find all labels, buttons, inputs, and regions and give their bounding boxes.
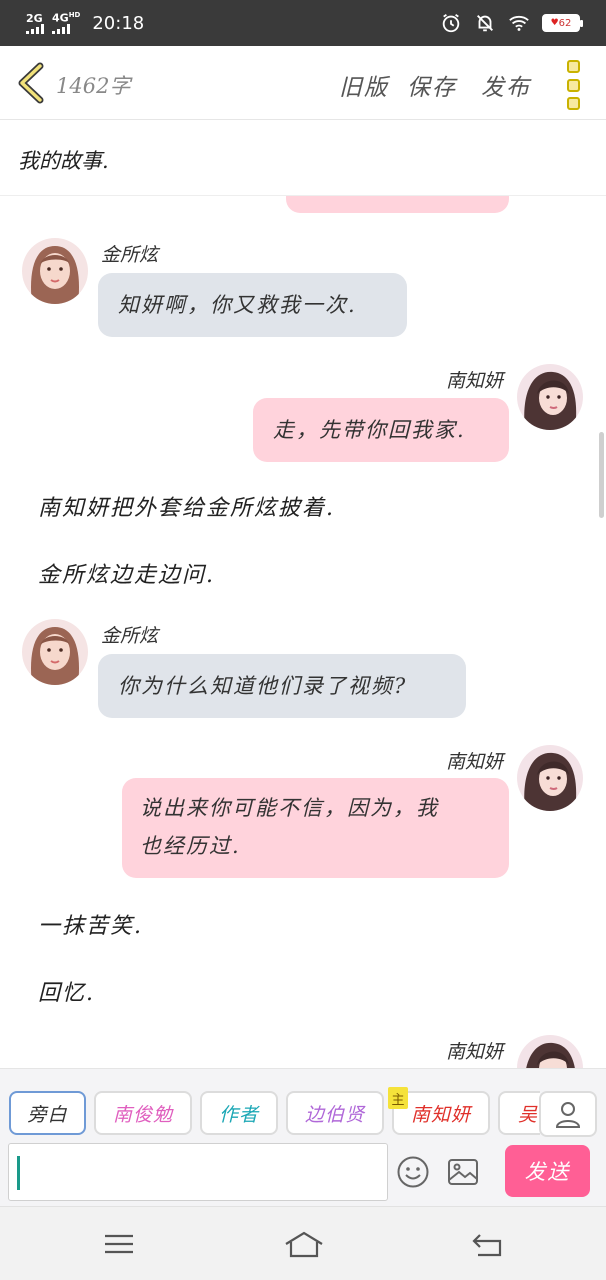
save-button[interactable]: 保存 bbox=[407, 68, 457, 102]
narration-text[interactable]: 回忆. bbox=[38, 975, 95, 1007]
publish-button[interactable]: 发布 bbox=[481, 68, 531, 102]
message-text: 走，先带你回我家. bbox=[273, 418, 466, 442]
narration-text[interactable]: 一抹苦笑. bbox=[38, 908, 143, 940]
avatar-jin-suo-xuan[interactable] bbox=[22, 238, 88, 304]
chat-bubble-partial bbox=[286, 196, 509, 213]
role-tab-author[interactable]: 作者 bbox=[200, 1091, 278, 1135]
status-left: 2G 4GHD 20:18 bbox=[26, 12, 144, 34]
message-text-line2: 也经历过. bbox=[140, 834, 241, 858]
scrollbar-thumb[interactable] bbox=[599, 432, 604, 518]
network-2g-indicator: 2G bbox=[26, 13, 44, 34]
role-tab-label: 南知妍 bbox=[410, 1103, 471, 1126]
role-tab-narrator[interactable]: 旁白 bbox=[9, 1091, 86, 1135]
mute-bell-icon bbox=[477, 15, 493, 32]
narration-text[interactable]: 金所炫边走边问. bbox=[38, 557, 215, 589]
message-text-line1: 说出来你可能不信，因为，我 bbox=[140, 796, 439, 820]
signal-bars-icon bbox=[26, 23, 44, 34]
message-text: 你为什么知道他们录了视频? bbox=[118, 674, 408, 698]
signal-bars-icon bbox=[52, 23, 70, 34]
avatar-jin-suo-xuan[interactable] bbox=[22, 619, 88, 685]
chat-bubble-right[interactable]: 说出来你可能不信，因为，我 也经历过. bbox=[122, 778, 509, 878]
network-hd-label: HD bbox=[68, 11, 81, 20]
role-tab-label: 作者 bbox=[218, 1103, 259, 1126]
avatar-nan-zhi-yan[interactable] bbox=[517, 364, 583, 430]
network-4g-indicator: 4GHD bbox=[52, 12, 80, 34]
chat-area[interactable]: 金所炫 知妍啊，你又救我一次. 南知妍 走，先带你回我家. 南知妍把外套给金所炫… bbox=[0, 196, 606, 1068]
avatar-nan-zhi-yan[interactable] bbox=[517, 1035, 583, 1068]
role-tab-label: 边伯贤 bbox=[304, 1103, 365, 1126]
role-tab-bian-bo-xian[interactable]: 边伯贤 bbox=[286, 1091, 384, 1135]
role-tab-label: 吴 bbox=[518, 1103, 539, 1126]
role-tab-label: 南俊勉 bbox=[112, 1103, 173, 1126]
system-nav-bar bbox=[0, 1206, 606, 1280]
story-title-row[interactable]: 我的故事. bbox=[0, 121, 606, 196]
chat-bubble-right[interactable]: 走，先带你回我家. bbox=[253, 398, 509, 462]
speaker-name: 南知妍 bbox=[446, 370, 504, 392]
battery-icon: ♥ 62 bbox=[542, 14, 583, 32]
role-manage-button[interactable] bbox=[539, 1091, 597, 1137]
avatar-nan-zhi-yan[interactable] bbox=[517, 745, 583, 811]
story-title: 我的故事. bbox=[18, 149, 109, 173]
speaker-name: 金所炫 bbox=[101, 625, 159, 647]
narration-text[interactable]: 南知妍把外套给金所炫披着. bbox=[38, 490, 335, 522]
message-input[interactable] bbox=[8, 1143, 388, 1201]
wifi-icon bbox=[509, 15, 529, 31]
back-icon[interactable] bbox=[470, 1229, 504, 1259]
back-chevron-icon[interactable] bbox=[14, 62, 50, 104]
role-bar: 旁白 南俊勉 作者 边伯贤 南知妍 主 吴 发送 bbox=[0, 1068, 606, 1206]
role-tab-nan-jun-mian[interactable]: 南俊勉 bbox=[94, 1091, 192, 1135]
image-icon[interactable] bbox=[446, 1155, 480, 1189]
person-icon bbox=[555, 1102, 581, 1128]
message-text: 知妍啊，你又救我一次. bbox=[118, 293, 357, 317]
more-menu-icon[interactable] bbox=[562, 60, 584, 110]
old-version-button[interactable]: 旧版 bbox=[339, 68, 389, 102]
speaker-name: 南知妍 bbox=[446, 751, 504, 773]
status-bar: 2G 4GHD 20:18 ♥ 62 bbox=[0, 0, 606, 46]
home-icon[interactable] bbox=[283, 1229, 325, 1259]
send-button[interactable]: 发送 bbox=[505, 1145, 590, 1197]
clock: 20:18 bbox=[92, 12, 145, 34]
word-count: 1462字 bbox=[56, 74, 131, 98]
app-header: 1462字 旧版 保存 发布 bbox=[0, 46, 606, 120]
network-2g-label: 2G bbox=[26, 11, 43, 25]
speaker-name: 金所炫 bbox=[101, 244, 159, 266]
status-right: ♥ 62 bbox=[440, 12, 583, 34]
speaker-name: 南知妍 bbox=[446, 1041, 504, 1063]
role-tab-label: 旁白 bbox=[27, 1103, 68, 1126]
send-button-label: 发送 bbox=[524, 1160, 571, 1184]
chat-bubble-left[interactable]: 知妍啊，你又救我一次. bbox=[98, 273, 407, 337]
alarm-icon bbox=[442, 13, 460, 33]
text-caret bbox=[17, 1156, 20, 1190]
role-tab-wu[interactable]: 吴 bbox=[498, 1091, 540, 1135]
chat-bubble-left[interactable]: 你为什么知道他们录了视频? bbox=[98, 654, 466, 718]
menu-icon[interactable] bbox=[102, 1229, 136, 1259]
emoji-icon[interactable] bbox=[396, 1155, 430, 1189]
host-badge: 主 bbox=[388, 1087, 408, 1109]
battery-level: 62 bbox=[558, 17, 572, 29]
